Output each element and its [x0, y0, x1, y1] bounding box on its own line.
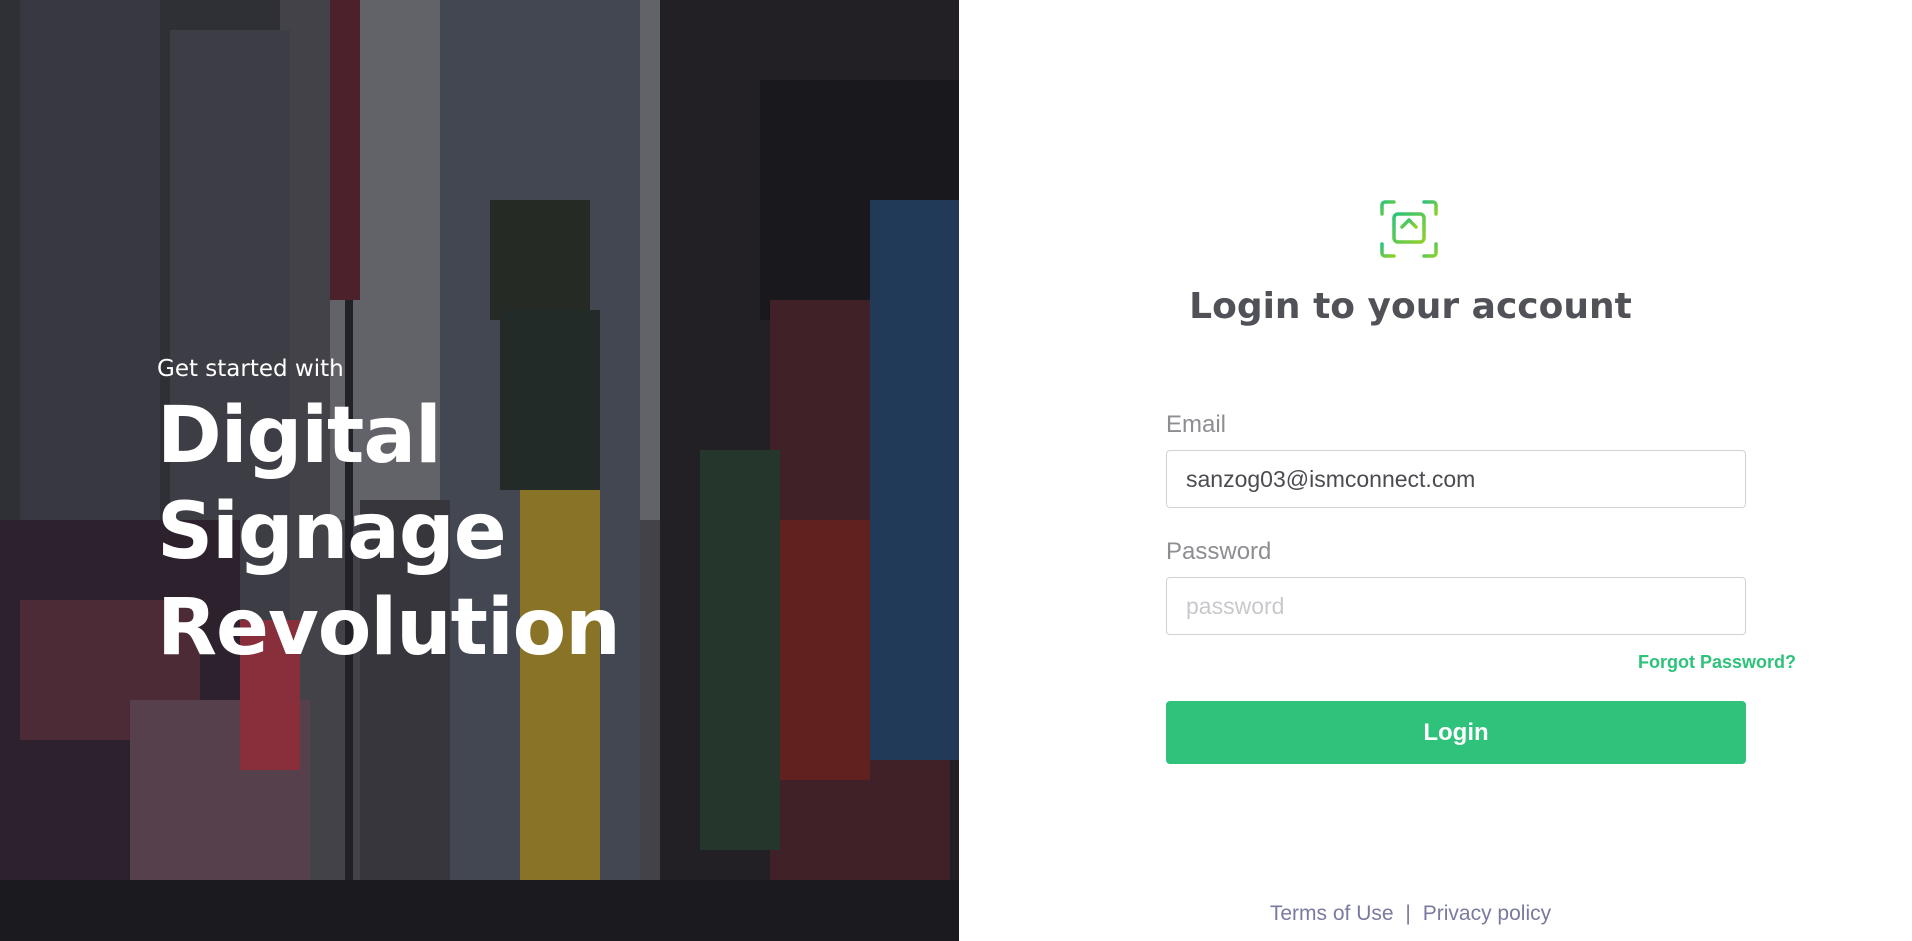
email-field[interactable] [1166, 450, 1746, 508]
email-label: Email [1166, 411, 1227, 438]
footer-separator: | [1405, 902, 1411, 925]
privacy-policy-link[interactable]: Privacy policy [1423, 902, 1551, 925]
login-button[interactable]: Login [1166, 701, 1746, 764]
hero-title: Digital Signage Revolution [157, 391, 621, 673]
forgot-password-link[interactable]: Forgot Password? [1638, 652, 1796, 673]
hero-eyebrow: Get started with [157, 356, 344, 382]
hero-text: Get started with Digital Signage Revolut… [157, 356, 797, 676]
login-title: Login to your account [1189, 286, 1632, 327]
upload-frame-icon [1380, 200, 1438, 258]
hero-panel: Get started with Digital Signage Revolut… [0, 0, 959, 941]
terms-of-use-link[interactable]: Terms of Use [1270, 902, 1394, 925]
password-field[interactable] [1166, 577, 1746, 635]
login-panel: Login to your account Email Password For… [959, 0, 1912, 941]
login-page: Get started with Digital Signage Revolut… [0, 0, 1912, 941]
password-label: Password [1166, 538, 1272, 565]
footer-links: Terms of Use | Privacy policy [959, 902, 1862, 926]
